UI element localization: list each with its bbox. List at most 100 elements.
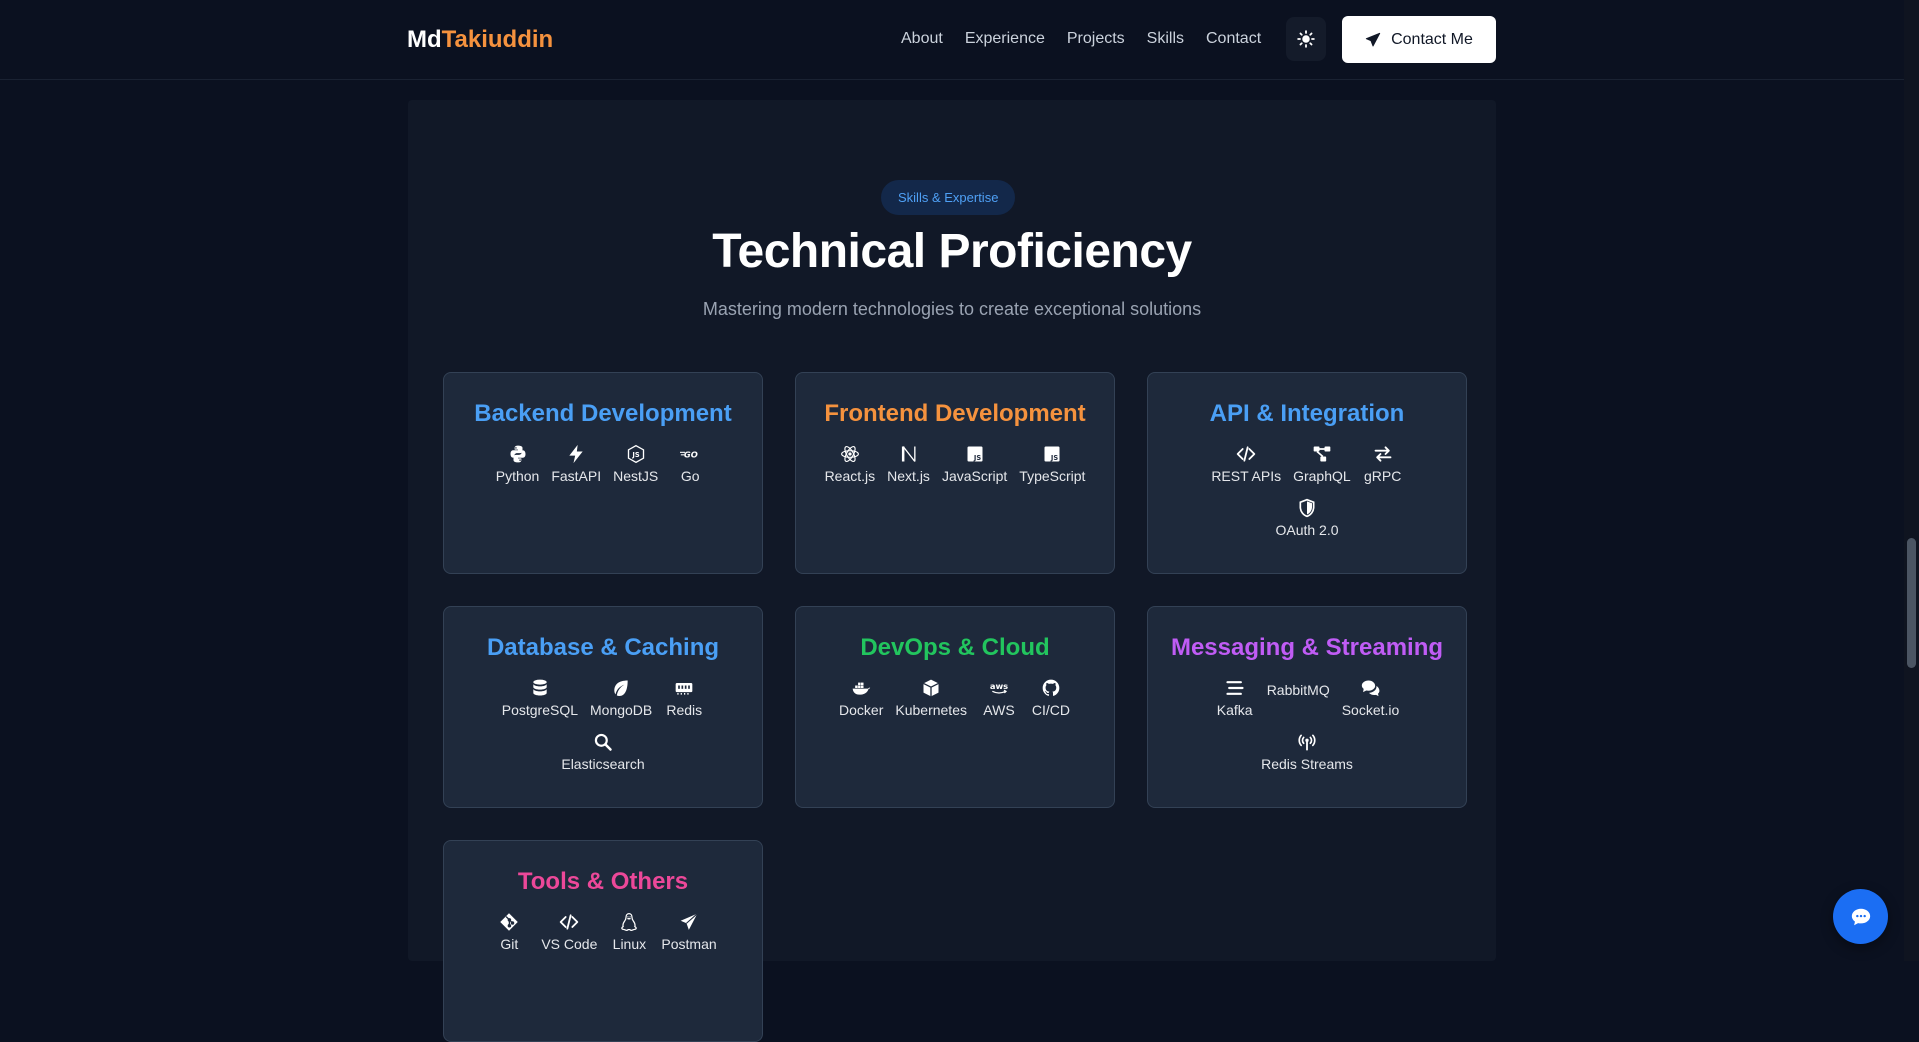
section-title: Technical Proficiency [712, 225, 1192, 278]
skill-card-title: DevOps & Cloud [860, 634, 1050, 661]
nav-experience[interactable]: Experience [965, 30, 1045, 48]
diagram-icon [1311, 443, 1333, 465]
skill-card-title: API & Integration [1209, 400, 1405, 427]
skill-item: PostgreSQL [502, 677, 578, 718]
skill-item: Git [489, 911, 529, 952]
paper-plane-icon [678, 911, 700, 933]
skill-label: Docker [839, 702, 884, 718]
skill-label: TypeScript [1019, 468, 1086, 484]
skill-item: MongoDB [590, 677, 652, 718]
memory-icon [673, 677, 695, 699]
skill-item: Python [496, 443, 539, 484]
brand-first: Md [407, 26, 442, 53]
cube-icon [920, 677, 942, 699]
skill-card-devops-cloud: DevOps & Cloud Docker Kubernetes aws AWS CI/C… [795, 606, 1115, 808]
stream-icon [1224, 677, 1246, 699]
scrollbar-track[interactable] [1904, 0, 1919, 961]
skill-list: Kafka RabbitMQ Socket.io Redis Streams [1168, 677, 1446, 772]
skill-item: GO Go [670, 443, 710, 484]
skill-list: PostgreSQL MongoDB Redis Elasticsearch [464, 677, 742, 772]
aws-icon: aws [988, 677, 1010, 699]
database-icon [529, 677, 551, 699]
skill-card-title: Messaging & Streaming [1170, 634, 1444, 661]
skill-label: NestJS [613, 468, 659, 484]
arrows-exchange-icon [1372, 443, 1394, 465]
skill-item: Kafka [1215, 677, 1255, 718]
theme-toggle-button[interactable] [1286, 17, 1326, 61]
skill-label: RabbitMQ [1266, 682, 1330, 698]
brand-logo[interactable]: MdTakiuddin [407, 26, 553, 54]
skill-card-title: Database & Caching [486, 634, 720, 661]
skill-list: Docker Kubernetes aws AWS CI/CD [816, 677, 1094, 718]
skill-label: React.js [824, 468, 876, 484]
skill-item: Postman [661, 911, 717, 952]
skill-item: GraphQL [1293, 443, 1351, 484]
skill-label: GraphQL [1293, 468, 1351, 484]
scrollbar-thumb[interactable] [1907, 538, 1916, 668]
skill-item: Kubernetes [895, 677, 967, 718]
svg-text:aws: aws [990, 681, 1008, 691]
nav-contact[interactable]: Contact [1206, 30, 1261, 48]
skill-item: JS TypeScript [1019, 443, 1085, 484]
nav-links: About Experience Projects Skills Contact [901, 30, 1283, 48]
svg-text:GO: GO [684, 449, 698, 459]
skill-label: Socket.io [1341, 702, 1400, 718]
skill-item: Redis [664, 677, 704, 718]
skill-item: Elasticsearch [561, 731, 645, 772]
leaf-icon [610, 677, 632, 699]
bolt-icon [565, 443, 587, 465]
skill-card-title: Frontend Development [824, 400, 1086, 427]
skill-item: gRPC [1363, 443, 1403, 484]
skill-label: Postman [661, 936, 717, 952]
skill-item: JS NestJS [613, 443, 658, 484]
skill-label: REST APIs [1211, 468, 1282, 484]
chat-button[interactable] [1833, 889, 1888, 944]
skill-card-frontend-development: Frontend Development React.js Next.js JS Jav… [795, 372, 1115, 574]
nav-projects[interactable]: Projects [1067, 30, 1125, 48]
broadcast-icon [1296, 731, 1318, 753]
skill-card-messaging-streaming: Messaging & Streaming Kafka RabbitMQ Socket… [1147, 606, 1467, 808]
github-icon [1040, 677, 1062, 699]
skill-item: OAuth 2.0 [1275, 497, 1339, 538]
skill-label: CI/CD [1031, 702, 1071, 718]
contact-me-button[interactable]: Contact Me [1342, 16, 1496, 63]
skill-label: JavaScript [941, 468, 1008, 484]
skill-item: RabbitMQ [1267, 677, 1330, 718]
skill-item: aws AWS [979, 677, 1019, 718]
skill-card-tools-others: Tools & Others Git VS Code Linux Postman [443, 840, 763, 1042]
skill-item: Socket.io [1341, 677, 1400, 718]
contact-me-label: Contact Me [1391, 30, 1473, 48]
svg-text:JS: JS [631, 451, 639, 459]
python-icon [507, 443, 529, 465]
skill-card-backend-development: Backend Development Python FastAPI JS NestJS… [443, 372, 763, 574]
skill-label: Elasticsearch [561, 756, 645, 772]
paper-plane-icon [1365, 32, 1381, 46]
skill-item: Docker [839, 677, 883, 718]
skill-list: REST APIs GraphQL gRPC OAuth 2.0 [1168, 443, 1446, 538]
nav-skills[interactable]: Skills [1147, 30, 1184, 48]
skill-list: Python FastAPI JS NestJS GO Go [464, 443, 742, 484]
nav-about[interactable]: About [901, 30, 943, 48]
skill-card-title: Tools & Others [517, 868, 689, 895]
comments-icon [1360, 677, 1382, 699]
skill-label: Kubernetes [895, 702, 967, 718]
skill-item: REST APIs [1211, 443, 1281, 484]
react-icon [839, 443, 861, 465]
skill-label: Redis [666, 702, 703, 718]
svg-text:JS: JS [1050, 454, 1058, 462]
search-icon [592, 731, 614, 753]
section-badge: Skills & Expertise [881, 180, 1016, 215]
shield-icon [1296, 497, 1318, 519]
skill-item: CI/CD [1031, 677, 1071, 718]
code-icon [1235, 443, 1257, 465]
skills-section: Skills & Expertise Technical Proficiency… [408, 100, 1496, 1042]
skill-label: Go [680, 468, 700, 484]
skill-label: Linux [612, 936, 647, 952]
go-icon: GO [679, 443, 701, 465]
skill-label: gRPC [1364, 468, 1402, 484]
skill-label: Redis Streams [1261, 756, 1353, 772]
skill-card-api-integration: API & Integration REST APIs GraphQL gRPC OAu… [1147, 372, 1467, 574]
skill-list: Git VS Code Linux Postman [464, 911, 742, 952]
skill-label: AWS [983, 702, 1015, 718]
skill-label: Git [500, 936, 519, 952]
